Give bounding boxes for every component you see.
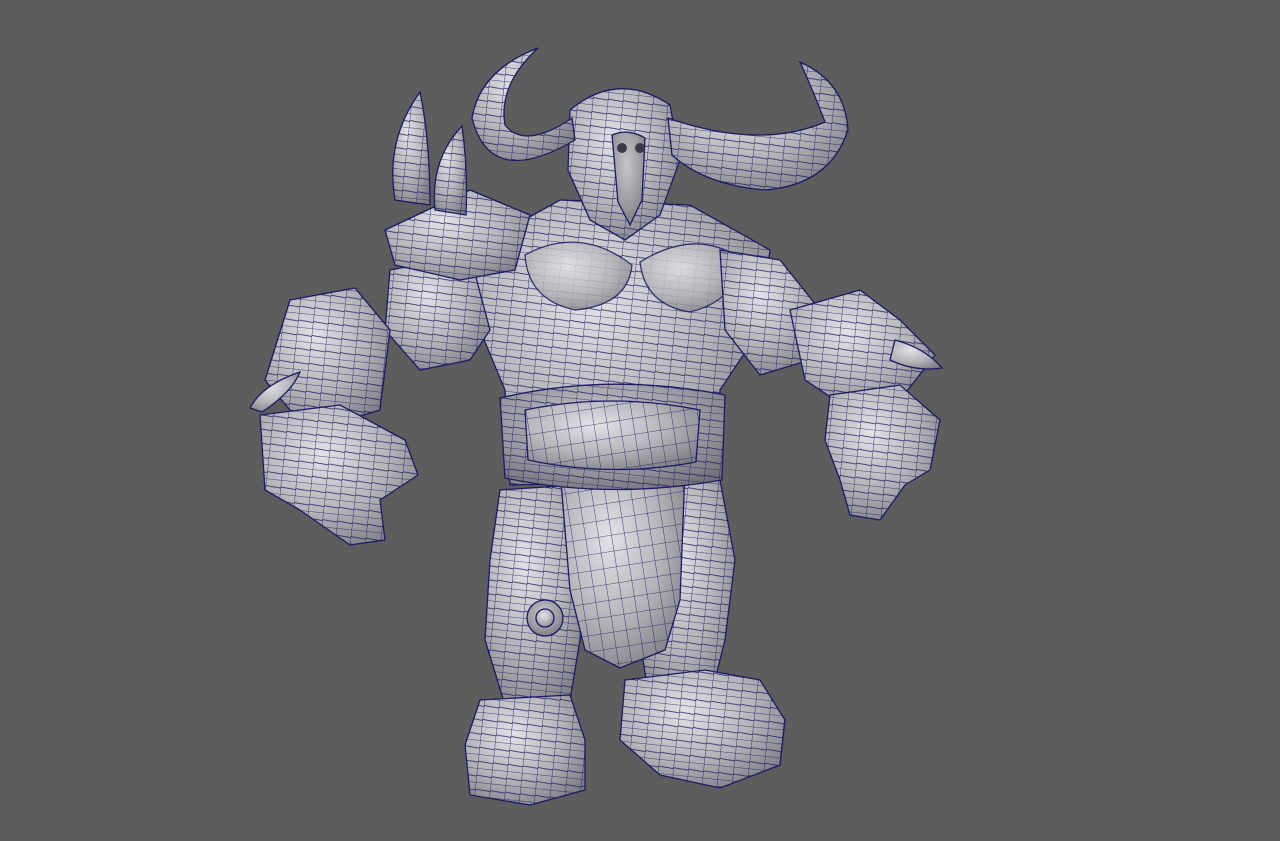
3d-viewport[interactable] [0, 0, 1280, 841]
character-model[interactable] [0, 0, 1280, 841]
right-horn [667, 60, 849, 191]
left-boot [464, 694, 586, 806]
shoulder-spikes [392, 90, 468, 216]
left-horn [471, 47, 576, 162]
knee-pad [526, 599, 564, 637]
belt [499, 383, 726, 491]
left-bracer [264, 287, 391, 426]
right-boot [619, 669, 786, 789]
right-hand [824, 384, 941, 521]
left-hand [259, 404, 419, 546]
